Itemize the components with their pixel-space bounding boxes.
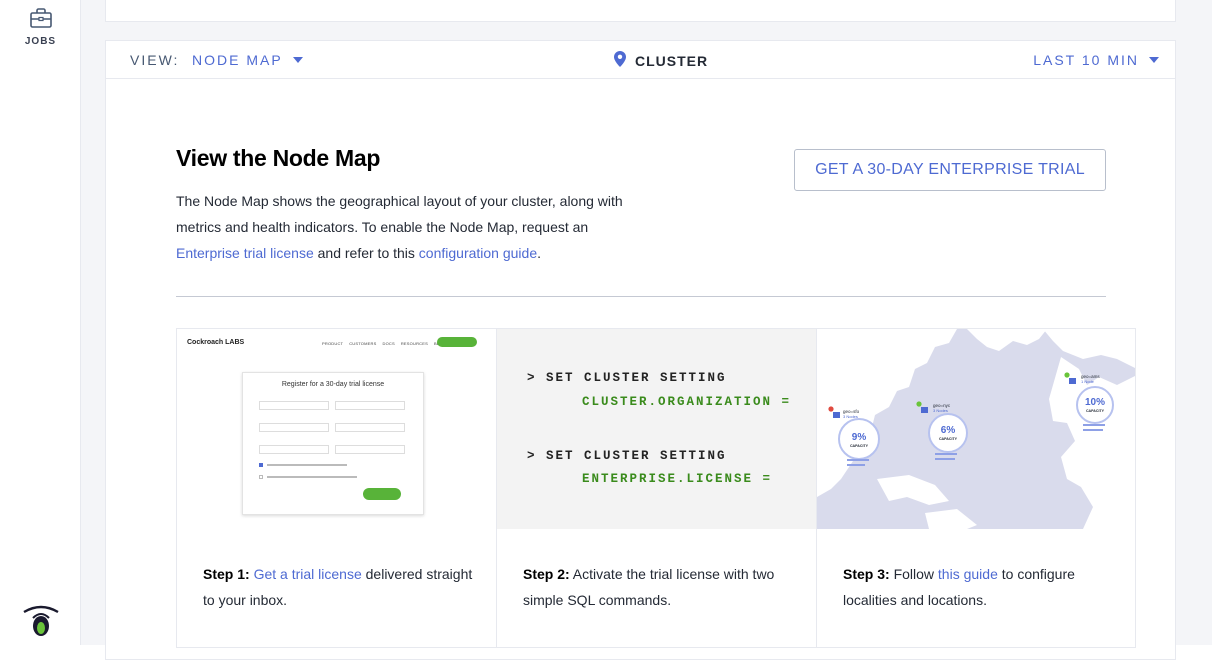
intro-text: The Node Map shows the geographical layo… <box>176 193 623 235</box>
mini-nav-link: PRODUCT <box>322 341 344 346</box>
sql-arg-2: ENTERPRISE.LICENSE = <box>582 472 773 486</box>
caret-down-icon <box>292 57 303 63</box>
mini-form-title: Register for a 30-day trial license <box>281 381 385 388</box>
trial-signup-screenshot: Cockroach LABS PRODUCT CUSTOMERS DOCS RE… <box>177 329 496 529</box>
mini-field <box>335 401 405 410</box>
step-card-3: geo=sfo 3 Nodes 9% CAPACITY geo=nyc 3 No… <box>816 328 1136 648</box>
sql-command-2: > SET CLUSTER SETTING <box>527 449 727 463</box>
get-trial-license-link[interactable]: Get a trial license <box>254 566 362 582</box>
mini-submit-button <box>363 488 401 500</box>
intro-text-3: . <box>537 245 541 261</box>
app-window: JOBS VIEW: NODE MAP CLUSTER LAST 10 MIN … <box>0 0 1212 660</box>
step-3-pre: Follow <box>889 566 938 582</box>
step-1-text: Step 1: Get a trial license delivered st… <box>203 561 483 613</box>
steps-row: Cockroach LABS PRODUCT CUSTOMERS DOCS RE… <box>176 328 1136 648</box>
time-range-dropdown[interactable]: LAST 10 MIN <box>1033 52 1159 68</box>
intro-text-2: and refer to this <box>313 245 419 261</box>
this-guide-link[interactable]: this guide <box>938 566 998 582</box>
step-1-prefix: Step 1: <box>203 566 250 582</box>
mini-field <box>259 401 329 410</box>
mini-site-nav: Cockroach LABS PRODUCT CUSTOMERS DOCS RE… <box>187 337 487 351</box>
sidebar-item-jobs[interactable]: JOBS <box>0 6 81 47</box>
region-nodes-sfo: 3 Nodes <box>843 414 858 419</box>
step-2-prefix: Step 2: <box>523 566 570 582</box>
region-nodes-ams: 1 Node <box>1081 379 1095 384</box>
mini-nav-link: CUSTOMERS <box>349 341 377 346</box>
step-3-text: Step 3: Follow this guide to configure l… <box>843 561 1123 613</box>
cluster-breadcrumb[interactable]: CLUSTER <box>614 51 708 70</box>
mini-checkbox <box>259 463 263 467</box>
node-map-preview-image: geo=sfo 3 Nodes 9% CAPACITY geo=nyc 3 No… <box>817 329 1135 529</box>
capacity-sfo: 9% <box>852 432 867 443</box>
mini-checkbox-text <box>267 464 347 466</box>
step-3-prefix: Step 3: <box>843 566 890 582</box>
previous-card <box>105 0 1176 22</box>
world-map-illustration: geo=sfo 3 Nodes 9% CAPACITY geo=nyc 3 No… <box>817 329 1135 529</box>
map-toolbar: VIEW: NODE MAP CLUSTER LAST 10 MIN <box>106 41 1175 79</box>
caret-down-icon <box>1149 57 1159 63</box>
step-card-2: > SET CLUSTER SETTING CLUSTER.ORGANIZATI… <box>496 328 816 648</box>
view-label: VIEW: <box>130 52 180 68</box>
main-content: VIEW: NODE MAP CLUSTER LAST 10 MIN View … <box>81 0 1212 660</box>
step-card-1: Cockroach LABS PRODUCT CUSTOMERS DOCS RE… <box>176 328 496 648</box>
sql-command-1: > SET CLUSTER SETTING <box>527 371 727 385</box>
time-range-value: LAST 10 MIN <box>1033 52 1139 68</box>
mini-signup-form: Register for a 30-day trial license <box>242 372 424 515</box>
get-trial-button[interactable]: GET A 30-DAY ENTERPRISE TRIAL <box>794 149 1106 191</box>
region-nodes-nyc: 3 Nodes <box>933 408 948 413</box>
mini-field <box>335 445 405 454</box>
mini-nav-link: RESOURCES <box>400 341 428 346</box>
briefcase-icon <box>0 6 81 30</box>
mini-checkbox-text <box>267 476 357 478</box>
step-2-text: Step 2: Activate the trial license with … <box>523 561 803 613</box>
cockroach-logo-icon[interactable] <box>20 604 62 645</box>
mini-nav-links: PRODUCT CUSTOMERS DOCS RESOURCES BLOG <box>322 341 446 346</box>
capacity-nyc: 6% <box>941 425 956 436</box>
mini-logo: Cockroach LABS <box>187 339 245 346</box>
capacity-label-sfo: CAPACITY <box>850 444 869 448</box>
view-dropdown-value: NODE MAP <box>192 52 283 68</box>
capacity-label-nyc: CAPACITY <box>939 437 958 441</box>
mini-field <box>259 445 329 454</box>
configuration-guide-link[interactable]: configuration guide <box>419 245 537 261</box>
capacity-label-ams: CAPACITY <box>1086 409 1105 413</box>
sql-arg-1: CLUSTER.ORGANIZATION = <box>582 395 792 409</box>
sql-commands-image: > SET CLUSTER SETTING CLUSTER.ORGANIZATI… <box>497 329 816 529</box>
divider <box>176 296 1106 297</box>
mini-cta-button <box>437 337 477 347</box>
mini-nav-link: DOCS <box>382 341 395 346</box>
intro-description: The Node Map shows the geographical layo… <box>176 188 636 266</box>
cluster-label: CLUSTER <box>635 52 709 69</box>
map-pin-icon <box>614 51 626 70</box>
capacity-ams: 10% <box>1085 397 1105 408</box>
sidebar: JOBS <box>0 0 81 645</box>
mini-checkbox <box>259 475 263 479</box>
view-dropdown[interactable]: NODE MAP <box>192 52 303 68</box>
sidebar-item-label: JOBS <box>24 36 57 47</box>
enterprise-trial-link[interactable]: Enterprise trial license <box>176 245 314 261</box>
page-title: View the Node Map <box>176 145 381 171</box>
mini-field <box>259 423 329 432</box>
node-map-panel: VIEW: NODE MAP CLUSTER LAST 10 MIN View … <box>105 40 1176 660</box>
mini-field <box>335 423 405 432</box>
